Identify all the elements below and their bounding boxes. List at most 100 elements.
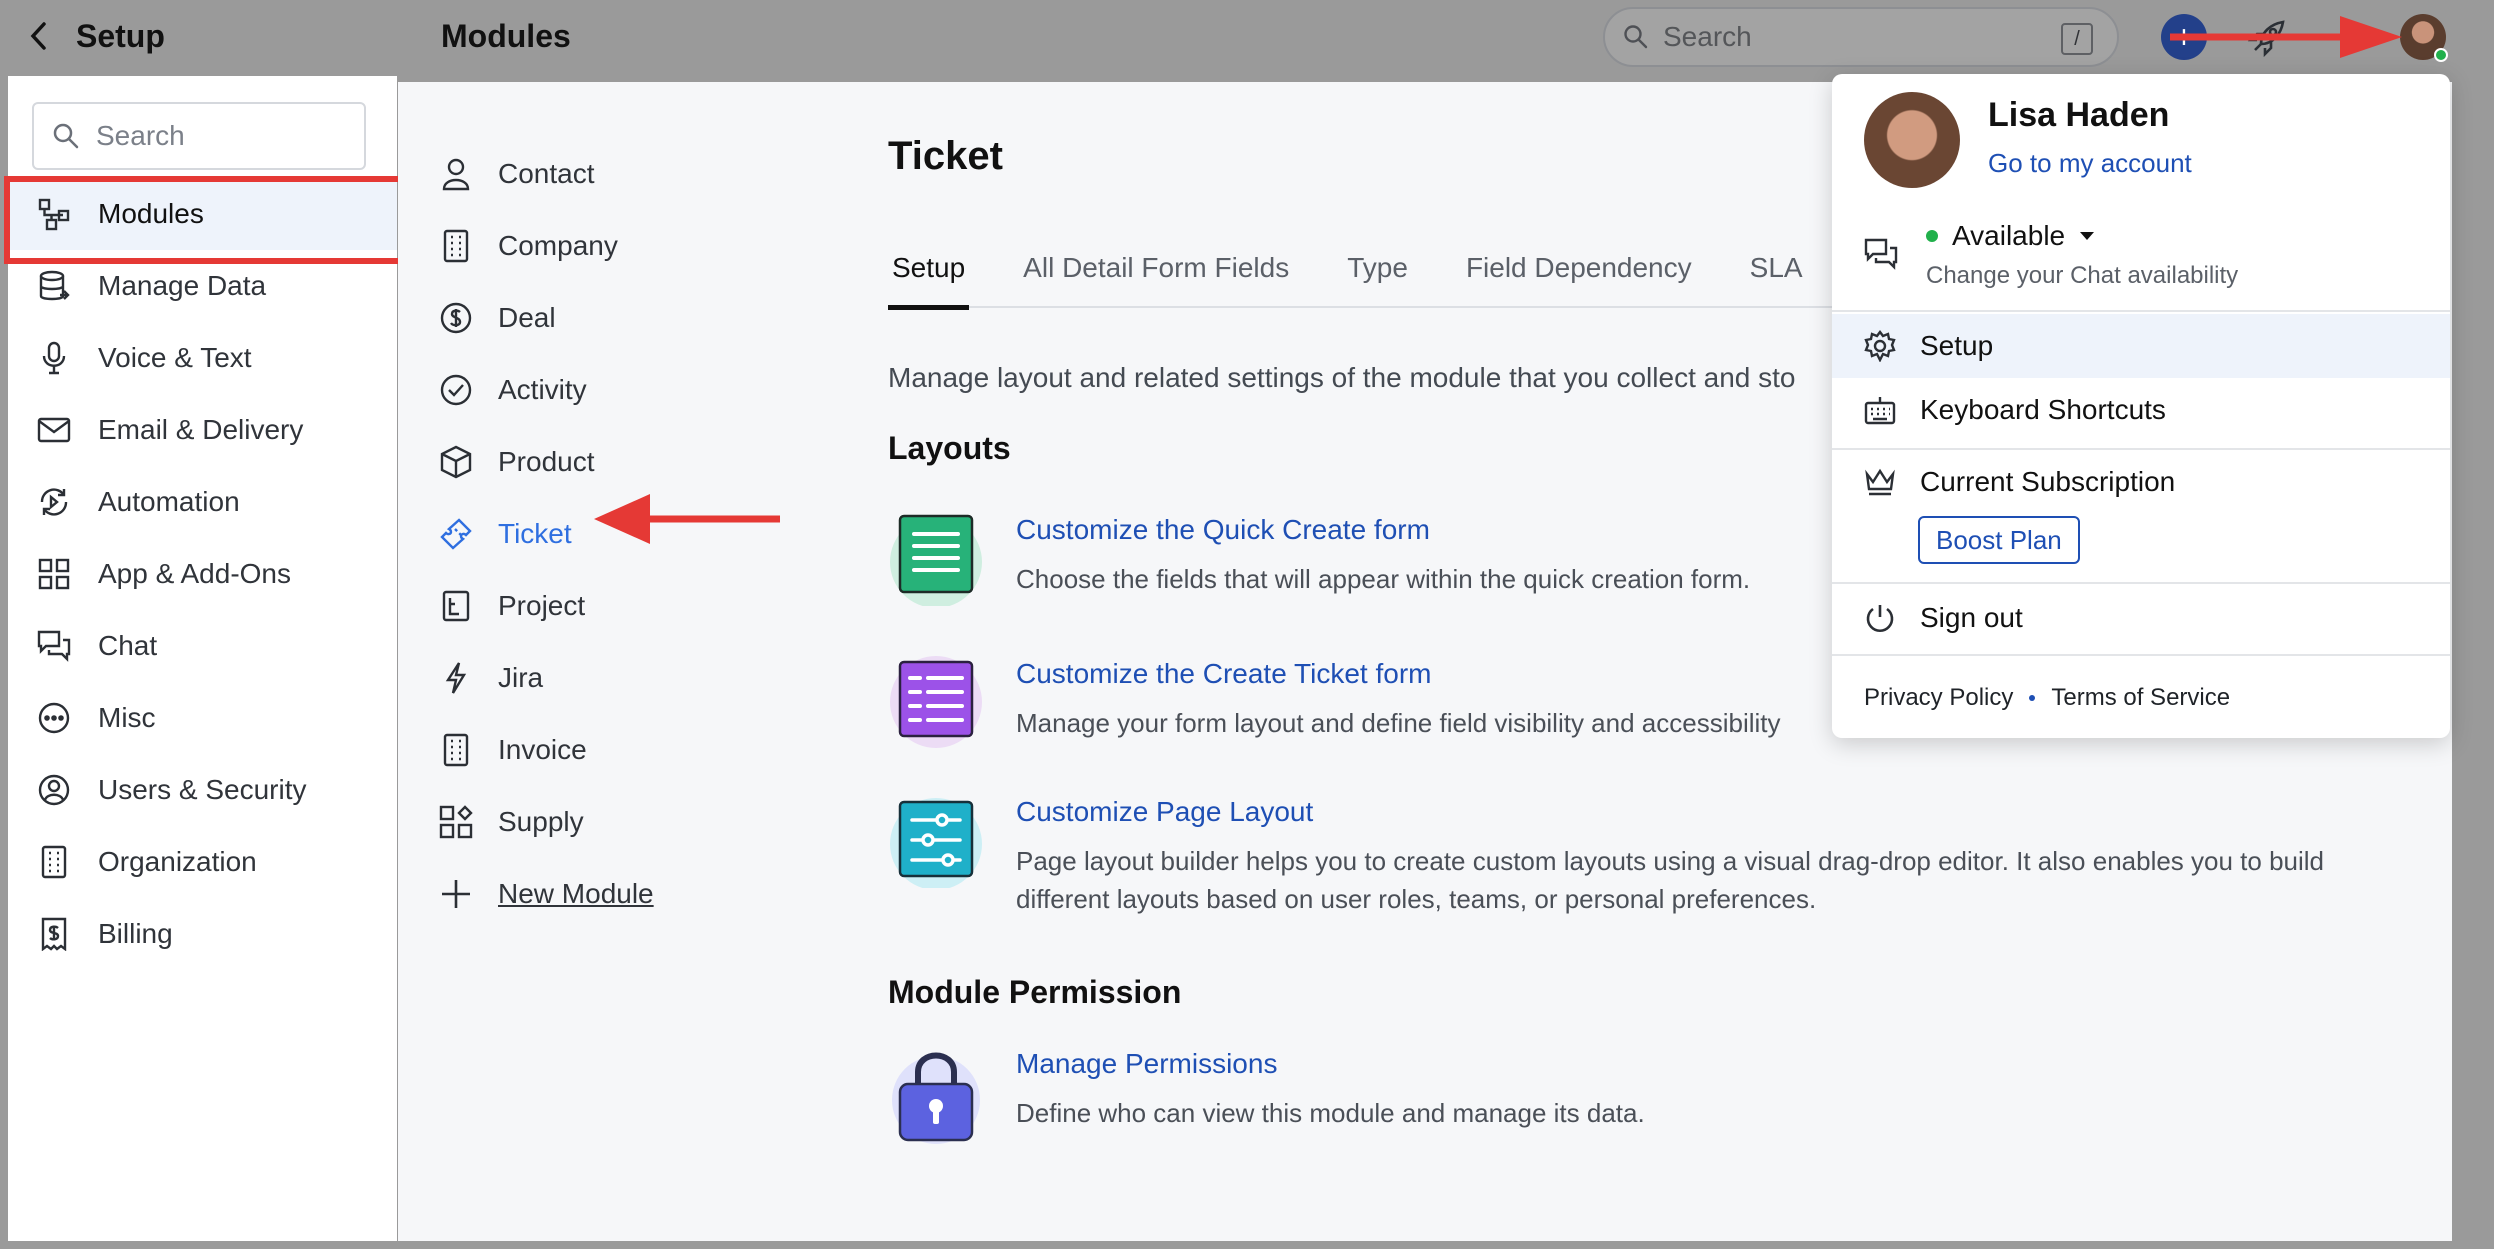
sidebar-item-label: Email & Delivery — [98, 414, 304, 445]
module-item-contact[interactable]: Contact — [438, 138, 654, 210]
quick-form-icon — [888, 510, 984, 606]
sidebar-item-manage-data[interactable]: Manage Data — [8, 250, 397, 322]
card-title[interactable]: Customize the Create Ticket form — [1016, 658, 1781, 690]
menu-item-label: Sign out — [1920, 602, 2023, 633]
dropdown-footer: Privacy Policy Terms of Service — [1864, 684, 2230, 712]
dollar-circle-icon — [438, 300, 474, 336]
module-item-product[interactable]: Product — [438, 426, 654, 498]
menu-divider — [1832, 654, 2450, 656]
module-item-label: Jira — [498, 662, 544, 693]
search-shortcut-key: / — [2061, 23, 2093, 55]
lock-icon — [888, 1044, 984, 1144]
menu-divider — [1832, 582, 2450, 584]
building-icon — [438, 228, 474, 264]
menu-item-setup[interactable]: Setup — [1832, 314, 2450, 378]
invoice-icon — [438, 732, 474, 768]
sidebar-item-label: Billing — [98, 918, 173, 949]
sidebar-item-voice-text[interactable]: Voice & Text — [8, 322, 397, 394]
new-module-link[interactable]: New Module — [438, 858, 654, 930]
go-to-account-link[interactable]: Go to my account — [1988, 148, 2192, 179]
sidebar-item-organization[interactable]: Organization — [8, 826, 397, 898]
page-title: Modules — [441, 18, 571, 54]
card-desc: Choose the fields that will appear withi… — [1016, 564, 1751, 594]
new-module-label: New Module — [498, 878, 654, 909]
tab-field-dependency[interactable]: Field Dependency — [1466, 248, 1692, 308]
card-desc-line: Page layout builder helps you to create … — [1016, 846, 2325, 876]
more-circle-icon — [36, 700, 72, 736]
menu-item-label: Current Subscription — [1920, 466, 2176, 497]
sidebar-item-app-addons[interactable]: App & Add-Ons — [8, 538, 397, 610]
permissions-card[interactable]: Manage Permissions Define who can view t… — [888, 1044, 1645, 1144]
profile-dropdown: Lisa Haden Go to my account Available Ch… — [1832, 74, 2450, 738]
boost-plan-badge[interactable]: Boost Plan — [1918, 516, 2080, 564]
sidebar-item-users-security[interactable]: Users & Security — [8, 754, 397, 826]
sliders-icon — [888, 792, 984, 888]
sidebar-item-label: Users & Security — [98, 774, 307, 805]
sidebar-item-modules[interactable]: Modules — [4, 176, 414, 264]
global-search-input[interactable] — [1663, 21, 2043, 53]
tab-all-detail-form-fields[interactable]: All Detail Form Fields — [1023, 248, 1289, 308]
module-item-label: Company — [498, 230, 618, 261]
form-list-icon — [888, 654, 984, 750]
card-desc: Define who can view this module and mana… — [1016, 1098, 1645, 1128]
setup-nav: Modules Manage Data Voice & Text Email &… — [4, 176, 414, 970]
profile-avatar — [1864, 92, 1960, 188]
module-item-company[interactable]: Company — [438, 210, 654, 282]
person-icon — [438, 156, 474, 192]
card-title[interactable]: Manage Permissions — [1016, 1048, 1645, 1080]
module-item-activity[interactable]: Activity — [438, 354, 654, 426]
global-search-box[interactable]: / — [1603, 7, 2119, 67]
terms-of-service-link[interactable]: Terms of Service — [2051, 684, 2230, 712]
menu-item-label: Setup — [1920, 330, 1994, 361]
chat-availability[interactable]: Available Change your Chat availability — [1864, 220, 2238, 290]
sidebar-item-automation[interactable]: Automation — [8, 466, 397, 538]
gear-icon — [1864, 330, 1896, 362]
menu-item-label: Keyboard Shortcuts — [1920, 394, 2166, 425]
sidebar-item-label: Misc — [98, 702, 156, 733]
menu-item-keyboard-shortcuts[interactable]: Keyboard Shortcuts — [1832, 378, 2450, 442]
menu-item-current-subscription[interactable]: Current Subscription — [1832, 450, 2450, 514]
sidebar-item-chat[interactable]: Chat — [8, 610, 397, 682]
availability-label: Available — [1952, 220, 2066, 251]
setup-header: Setup — [0, 0, 397, 72]
footer-separator — [2029, 695, 2036, 701]
automation-icon — [36, 484, 72, 520]
create-ticket-card[interactable]: Customize the Create Ticket form Manage … — [888, 654, 1781, 750]
module-item-project[interactable]: Project — [438, 570, 654, 642]
tab-sla[interactable]: SLA — [1750, 248, 1803, 308]
back-chevron-icon[interactable] — [28, 21, 50, 51]
tab-setup[interactable]: Setup — [887, 248, 970, 310]
sidebar-item-misc[interactable]: Misc — [8, 682, 397, 754]
module-item-jira[interactable]: Jira — [438, 642, 654, 714]
setup-search-input[interactable] — [96, 120, 356, 152]
quick-create-card[interactable]: Customize the Quick Create form Choose t… — [888, 510, 1750, 606]
module-item-label: Supply — [498, 806, 584, 837]
module-permission-heading: Module Permission — [888, 974, 1182, 1010]
setup-title: Setup — [76, 17, 165, 54]
availability-selector[interactable]: Available — [1926, 220, 2238, 252]
search-icon — [52, 122, 80, 150]
sidebar-item-billing[interactable]: Billing — [8, 898, 397, 970]
menu-item-sign-out[interactable]: Sign out — [1832, 586, 2450, 650]
card-title[interactable]: Customize Page Layout — [1016, 796, 2324, 828]
setup-search-box[interactable] — [32, 102, 366, 170]
card-title[interactable]: Customize the Quick Create form — [1016, 514, 1750, 546]
page-layout-card[interactable]: Customize Page Layout Page layout builde… — [888, 792, 2324, 918]
privacy-policy-link[interactable]: Privacy Policy — [1864, 684, 2013, 712]
ticket-icon — [438, 516, 474, 552]
sidebar-item-email-delivery[interactable]: Email & Delivery — [8, 394, 397, 466]
profile-name: Lisa Haden — [1988, 96, 2170, 134]
envelope-icon — [36, 412, 72, 448]
tab-type[interactable]: Type — [1347, 248, 1408, 308]
microphone-icon — [36, 340, 72, 376]
module-item-supply[interactable]: Supply — [438, 786, 654, 858]
search-icon — [1623, 24, 1649, 50]
modules-icon — [36, 196, 72, 232]
sidebar-item-label: Voice & Text — [98, 342, 252, 373]
module-item-label: Product — [498, 446, 595, 477]
keyboard-icon — [1864, 395, 1896, 425]
module-item-label: Project — [498, 590, 586, 621]
card-desc: Manage your form layout and define field… — [1016, 708, 1781, 738]
module-item-invoice[interactable]: Invoice — [438, 714, 654, 786]
module-item-deal[interactable]: Deal — [438, 282, 654, 354]
